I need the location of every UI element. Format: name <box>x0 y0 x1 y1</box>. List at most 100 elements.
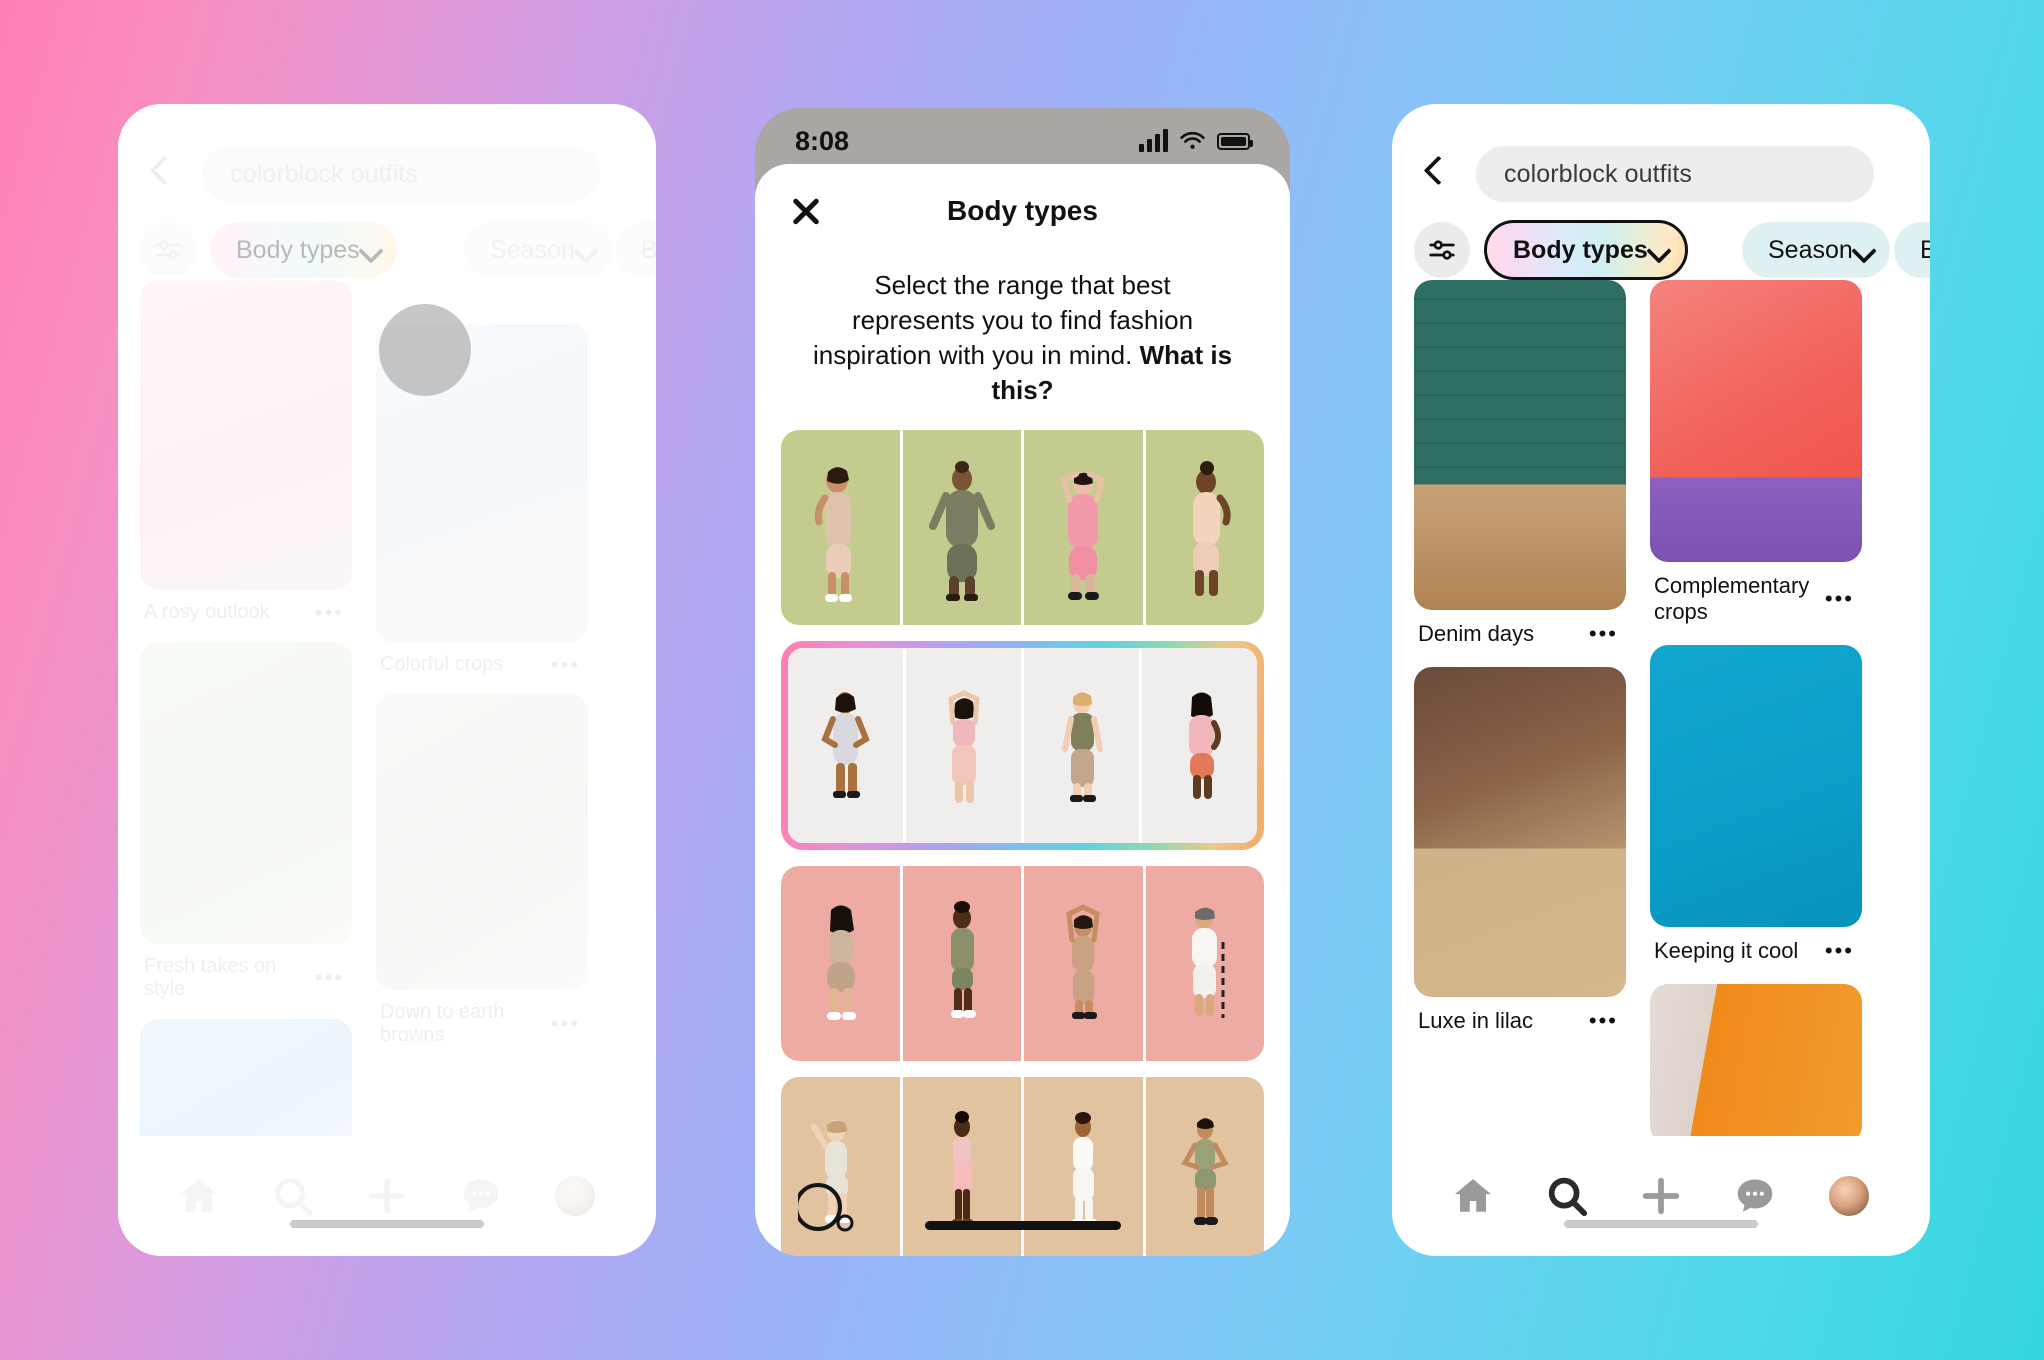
figure-illustration <box>1191 906 1225 1018</box>
figure-illustration <box>1060 470 1106 600</box>
body-type-option[interactable] <box>1021 430 1143 626</box>
body-type-option[interactable] <box>1142 866 1264 1062</box>
wifi-icon <box>1180 131 1205 149</box>
pin-overflow-icon[interactable]: ••• <box>1825 940 1854 962</box>
figure-illustration <box>947 690 980 803</box>
sheet-description: Select the range that best represents yo… <box>755 258 1290 408</box>
body-types-sheet: Body types Select the range that best re… <box>755 164 1290 1256</box>
search-value: colorblock outfits <box>1504 159 1692 188</box>
pin-image[interactable] <box>140 642 352 944</box>
sheet-header: Body types <box>755 164 1290 258</box>
search-icon[interactable] <box>270 1173 316 1219</box>
figure-illustration <box>820 691 870 798</box>
pin-overflow-icon[interactable]: ••• <box>315 967 344 989</box>
chip-season[interactable]: Season <box>464 222 612 278</box>
figure-illustration <box>815 466 853 602</box>
body-type-row-2-selected[interactable] <box>781 641 1264 851</box>
pin-overflow-icon[interactable]: ••• <box>1825 588 1854 610</box>
pin-overflow-icon[interactable]: ••• <box>1589 1010 1618 1032</box>
search-input[interactable]: colorblock outfits <box>202 146 600 202</box>
filter-sliders-icon[interactable] <box>140 222 196 278</box>
home-indicator <box>290 1220 484 1228</box>
pin-image[interactable] <box>1414 280 1626 610</box>
pin-title: A rosy outlook <box>144 601 270 623</box>
sheet-title: Body types <box>947 195 1098 226</box>
avatar[interactable] <box>552 1173 598 1219</box>
pin-overflow-icon[interactable]: ••• <box>1589 623 1618 645</box>
pin-card[interactable] <box>1650 984 1862 1144</box>
pin-image[interactable] <box>1650 645 1862 927</box>
status-time: 8:08 <box>795 125 850 156</box>
pin-card[interactable]: Denim days ••• <box>1414 280 1626 647</box>
body-type-option[interactable] <box>899 430 1021 626</box>
phone-center-modal: 8:08 Body types Select the range that be… <box>755 108 1290 1256</box>
body-type-option[interactable] <box>1139 648 1257 844</box>
body-type-option[interactable] <box>781 1077 900 1256</box>
figure-illustration <box>1192 460 1231 596</box>
plus-icon[interactable] <box>1638 1173 1684 1219</box>
pin-card[interactable]: Complementary crops ••• <box>1650 280 1862 625</box>
chat-bubble-icon[interactable] <box>1732 1173 1778 1219</box>
filter-sliders-icon[interactable] <box>1414 222 1470 278</box>
home-indicator <box>1564 1220 1758 1228</box>
pin-column-right: Complementary crops ••• Keeping it cool … <box>1650 280 1862 1156</box>
cellular-signal-icon <box>1139 129 1168 152</box>
chip-body-types[interactable]: Body types <box>210 222 397 278</box>
pin-card[interactable]: Fresh takes on style ••• <box>140 642 352 1001</box>
tap-indicator <box>379 304 471 396</box>
chip-best[interactable]: Best <box>615 222 656 278</box>
search-icon[interactable] <box>1544 1173 1590 1219</box>
chip-best-label: Best <box>641 235 656 264</box>
body-type-option[interactable] <box>899 866 1021 1062</box>
pin-title: Complementary crops <box>1654 573 1810 624</box>
body-type-option[interactable] <box>788 648 903 844</box>
pin-title: Denim days <box>1418 621 1535 646</box>
body-type-option[interactable] <box>1021 648 1139 844</box>
search-value: colorblock outfits <box>230 159 418 188</box>
avatar[interactable] <box>1826 1173 1872 1219</box>
pin-image[interactable] <box>1650 984 1862 1144</box>
pin-card[interactable]: Luxe in lilac ••• <box>1414 667 1626 1034</box>
chip-season[interactable]: Season <box>1742 222 1890 278</box>
body-type-option[interactable] <box>903 648 1021 844</box>
pin-card[interactable]: Down to earth browns ••• <box>376 694 588 1047</box>
home-icon[interactable] <box>176 1173 222 1219</box>
pin-title: Colorful crops <box>380 653 504 675</box>
pin-card[interactable]: A rosy outlook ••• <box>140 280 352 624</box>
back-button[interactable] <box>1418 154 1452 188</box>
plus-icon[interactable] <box>364 1173 410 1219</box>
figure-illustration <box>1066 903 1100 1019</box>
body-type-option[interactable] <box>1021 866 1143 1062</box>
chat-bubble-icon[interactable] <box>458 1173 504 1219</box>
pin-image[interactable] <box>376 694 588 990</box>
body-type-option[interactable] <box>781 866 900 1062</box>
search-input[interactable]: colorblock outfits <box>1476 146 1874 202</box>
chip-body-types-label: Body types <box>1513 235 1648 264</box>
pin-card[interactable]: Keeping it cool ••• <box>1650 645 1862 964</box>
body-type-option[interactable] <box>781 430 900 626</box>
pin-image[interactable] <box>1414 667 1626 997</box>
left-header: colorblock outfits Body types Season Bes… <box>118 104 656 278</box>
chip-best[interactable]: Best <box>1894 222 1930 278</box>
pin-overflow-icon[interactable]: ••• <box>315 601 344 623</box>
body-type-rows <box>755 408 1290 1256</box>
pin-image[interactable] <box>140 280 352 590</box>
pin-image[interactable] <box>1650 280 1862 562</box>
figure-illustration <box>1181 1118 1229 1225</box>
figure-illustration <box>827 905 857 1020</box>
body-type-option[interactable] <box>1142 1077 1264 1256</box>
home-icon[interactable] <box>1450 1173 1496 1219</box>
pin-column-left: A rosy outlook ••• Fresh takes on style … <box>140 280 352 1171</box>
right-bottom-nav <box>1392 1136 1930 1256</box>
body-type-row-3[interactable] <box>781 866 1264 1062</box>
chip-season-label: Season <box>1768 235 1853 264</box>
back-button[interactable] <box>144 154 178 188</box>
figure-illustration <box>1072 1111 1098 1226</box>
pin-overflow-icon[interactable]: ••• <box>551 653 580 675</box>
pin-overflow-icon[interactable]: ••• <box>551 1013 580 1035</box>
body-type-row-1[interactable] <box>781 430 1264 626</box>
chip-body-types[interactable]: Body types <box>1484 220 1688 280</box>
body-type-option[interactable] <box>1142 430 1264 626</box>
pin-title: Luxe in lilac <box>1418 1008 1533 1033</box>
pin-title: Keeping it cool <box>1654 938 1799 963</box>
